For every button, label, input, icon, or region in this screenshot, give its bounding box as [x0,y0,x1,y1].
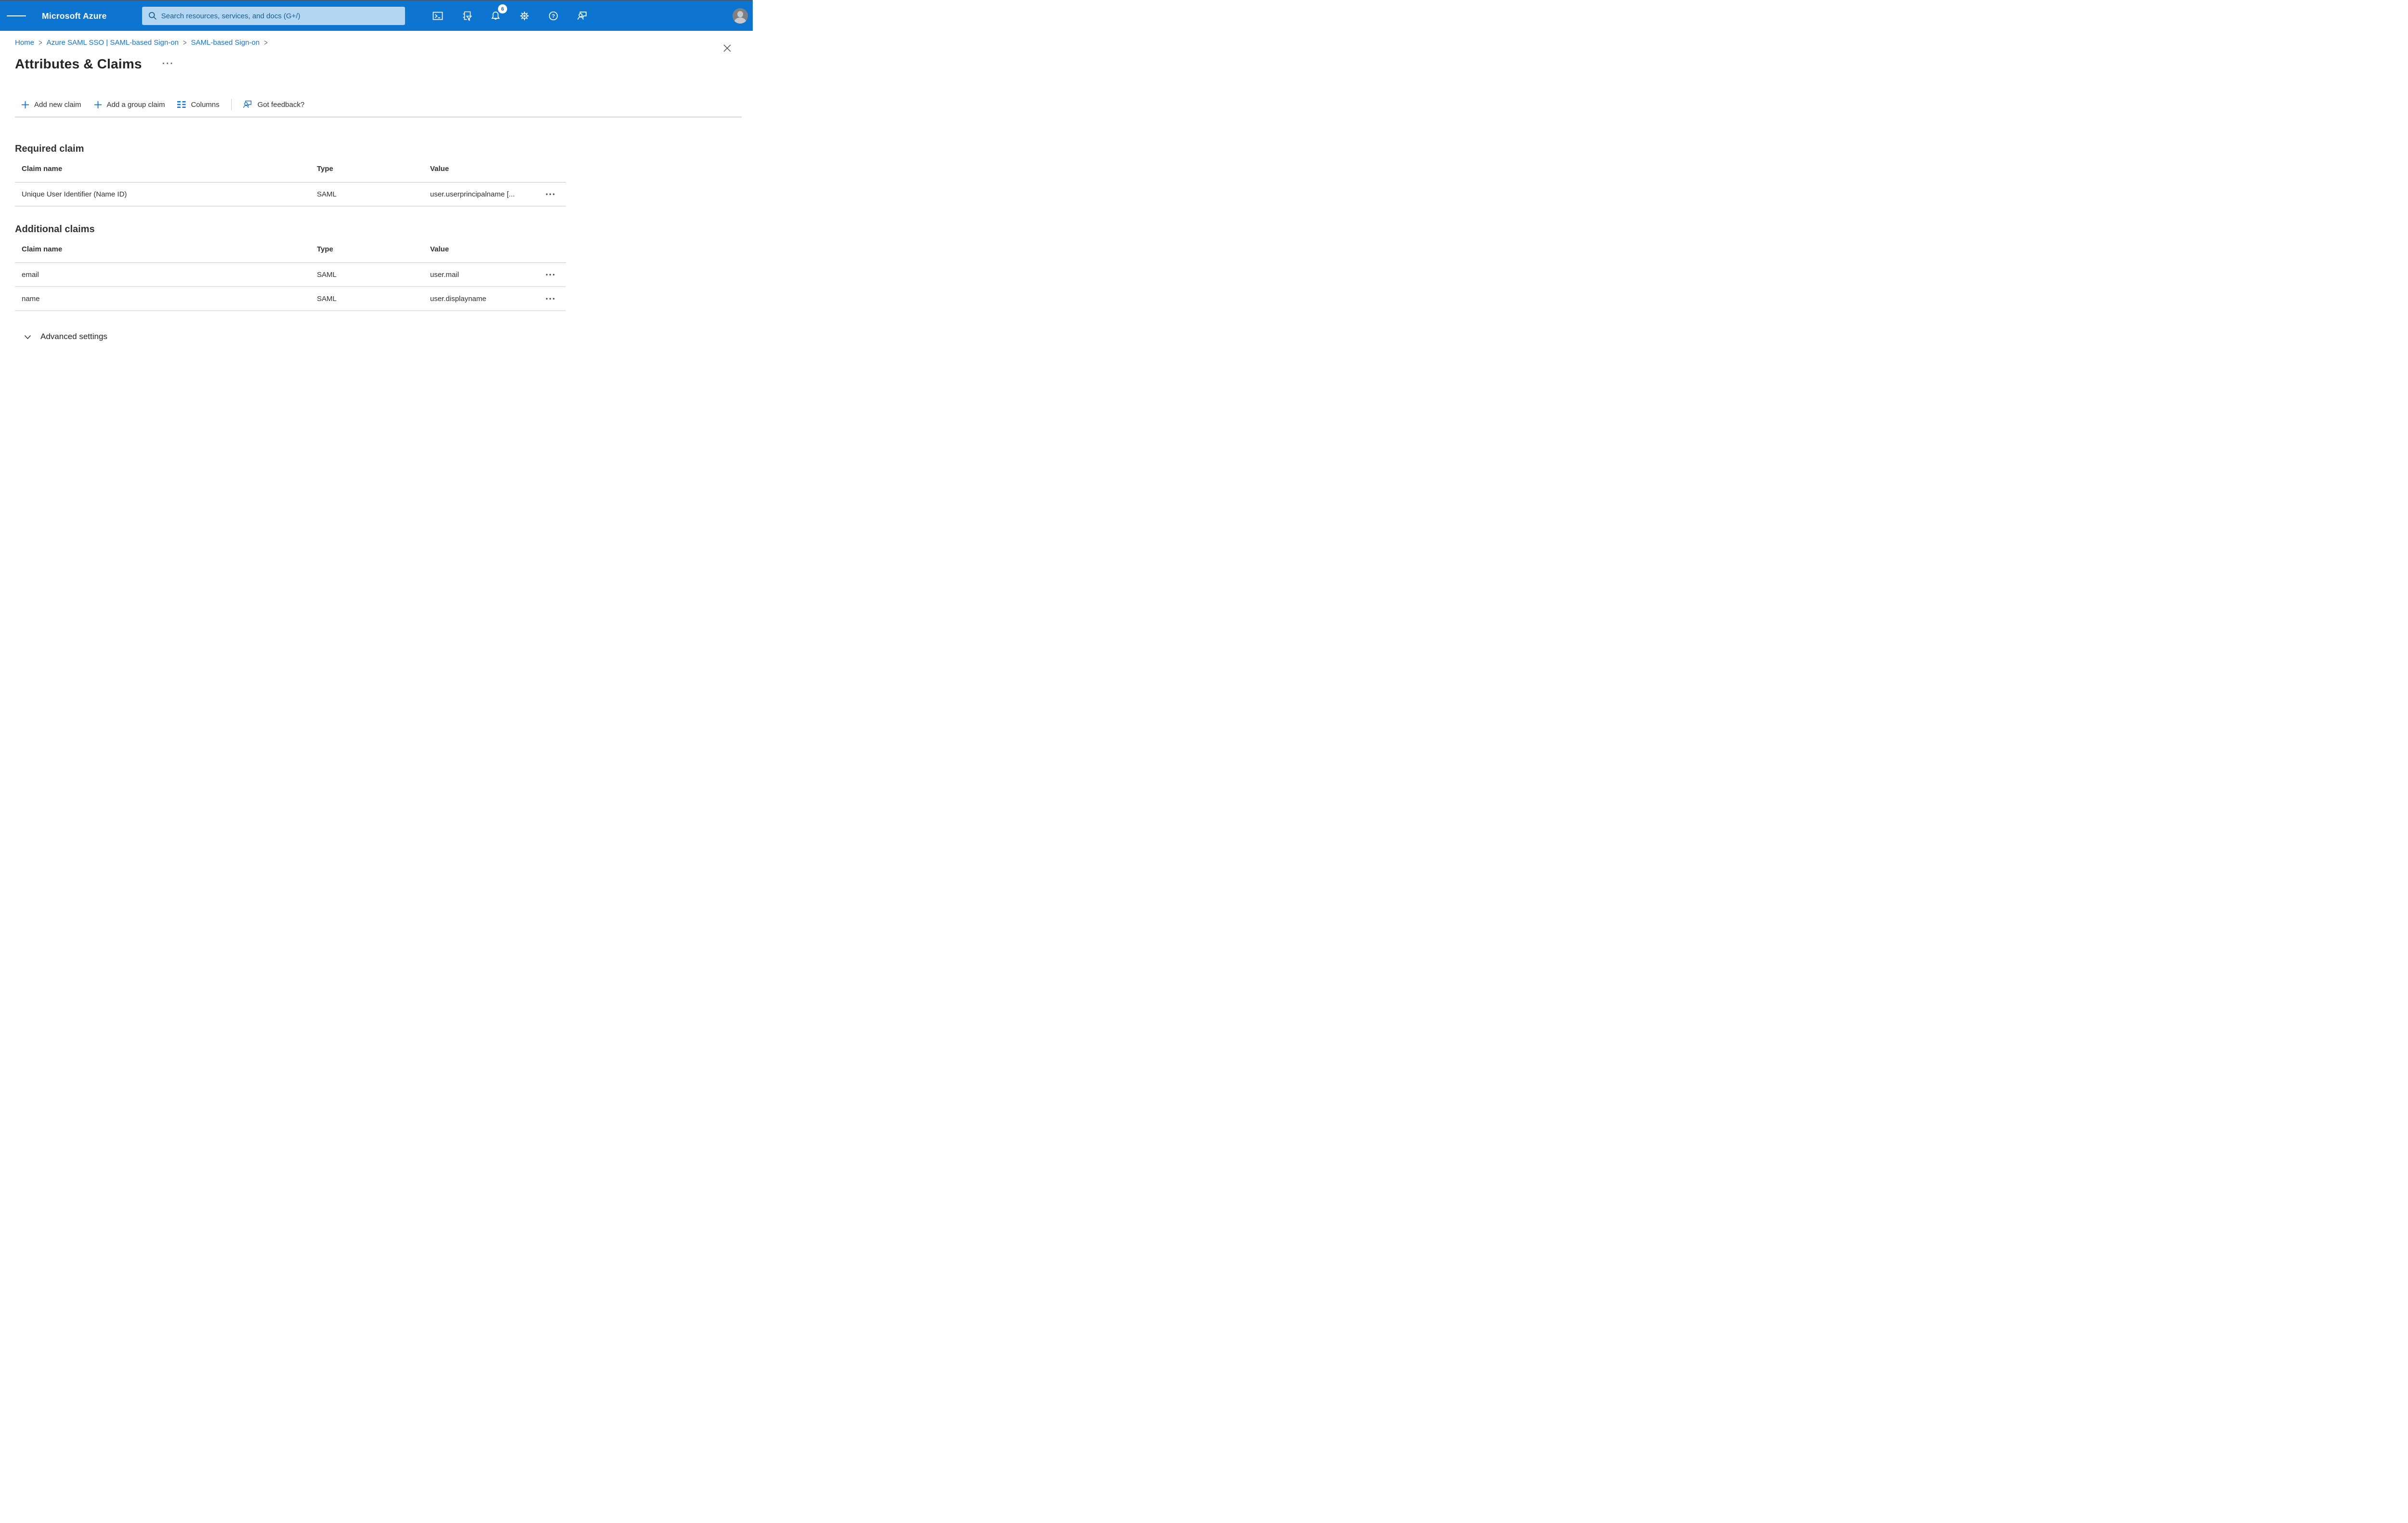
gear-icon [520,12,529,20]
directory-filter-button[interactable] [457,6,476,26]
breadcrumb-separator: > [39,38,42,47]
hamburger-icon [7,15,13,17]
advanced-settings-label: Advanced settings [40,332,107,341]
title-row: Attributes & Claims ··· [15,44,742,72]
close-blade-button[interactable] [720,41,734,55]
notifications-button[interactable]: 6 [486,4,507,26]
avatar[interactable] [733,8,748,24]
claim-name-cell: email [22,270,39,279]
claim-type-cell: SAML [317,190,337,198]
claim-type-cell: SAML [317,294,337,303]
claim-type-cell: SAML [317,270,337,279]
plus-icon [94,101,102,108]
global-search [142,7,405,25]
table-header-row: Claim name Type Value [15,156,566,183]
topbar-icon-group: 6 ? [428,4,592,26]
portal-menu-button[interactable] [7,6,26,26]
columns-icon [177,101,186,108]
search-input[interactable] [142,7,405,25]
page-title: Attributes & Claims [15,56,142,71]
svg-text:?: ? [552,13,555,19]
table-row-name[interactable]: name SAML user.displayname ••• [15,287,566,311]
table-row-email[interactable]: email SAML user.mail ••• [15,263,566,287]
table-row-unique-user-identifier[interactable]: Unique User Identifier (Name ID) SAML us… [15,183,566,207]
microsoft-azure-logo[interactable]: Microsoft Azure [42,11,107,21]
claim-value-cell: user.displayname [430,294,486,303]
breadcrumb-separator: > [183,38,187,47]
help-icon: ? [549,11,558,21]
row-context-menu-button[interactable]: ••• [539,191,566,197]
breadcrumb-separator: > [264,38,268,47]
column-header-claim-name: Claim name [22,165,63,173]
settings-button[interactable] [515,6,534,26]
help-button[interactable]: ? [544,6,563,26]
additional-claims-heading: Additional claims [15,224,95,235]
additional-claims-table: Claim name Type Value email SAML user.ma… [15,236,566,311]
command-bar: Add new claim Add a group claim Columns … [15,96,742,113]
claim-name-cell: Unique User Identifier (Name ID) [22,190,127,198]
claim-value-cell: user.mail [430,270,459,279]
notification-count-badge: 6 [498,4,507,13]
azure-portal-attributes-claims: Microsoft Azure Search resources, servic… [0,0,753,381]
avatar-silhouette-icon [733,8,748,24]
columns-button[interactable]: Columns [177,101,220,109]
breadcrumb-app-sso[interactable]: Azure SAML SSO | SAML-based Sign-on [47,39,179,47]
add-group-claim-button[interactable]: Add a group claim [94,101,165,109]
plus-icon [22,101,29,108]
feedback-icon [243,100,251,108]
column-header-value: Value [430,165,449,173]
cloud-shell-button[interactable] [428,6,447,26]
cloud-shell-icon [432,12,443,20]
breadcrumb-home[interactable]: Home [15,39,34,47]
column-header-value: Value [430,245,449,253]
azure-top-bar: Microsoft Azure Search resources, servic… [0,1,753,31]
add-new-claim-button[interactable]: Add new claim [21,101,81,109]
table-header-row: Claim name Type Value [15,236,566,263]
column-header-type: Type [317,165,333,173]
required-claim-table: Claim name Type Value Unique User Identi… [15,156,566,207]
row-context-menu-button[interactable]: ••• [539,295,566,302]
toolbar-separator [231,99,232,110]
feedback-button[interactable] [573,6,592,26]
advanced-settings-expander[interactable]: Advanced settings [23,329,107,344]
search-icon [148,12,157,20]
claim-value-cell: user.userprincipalname [... [430,190,515,198]
breadcrumb-saml-signon[interactable]: SAML-based Sign-on [191,39,260,47]
chevron-down-icon [24,335,31,339]
row-context-menu-button[interactable]: ••• [539,271,566,278]
close-icon [723,44,731,52]
claim-name-cell: name [22,294,40,303]
directory-filter-icon [463,11,472,21]
feedback-icon [577,12,587,20]
breadcrumb: Home > Azure SAML SSO | SAML-based Sign-… [15,38,742,47]
toolbar-divider [15,117,742,118]
required-claim-heading: Required claim [15,144,84,154]
blade-content: Home > Azure SAML SSO | SAML-based Sign-… [0,38,753,344]
title-context-menu-button[interactable]: ··· [162,59,174,68]
column-header-claim-name: Claim name [22,245,63,253]
got-feedback-button[interactable]: Got feedback? [242,99,304,110]
column-header-type: Type [317,245,333,253]
